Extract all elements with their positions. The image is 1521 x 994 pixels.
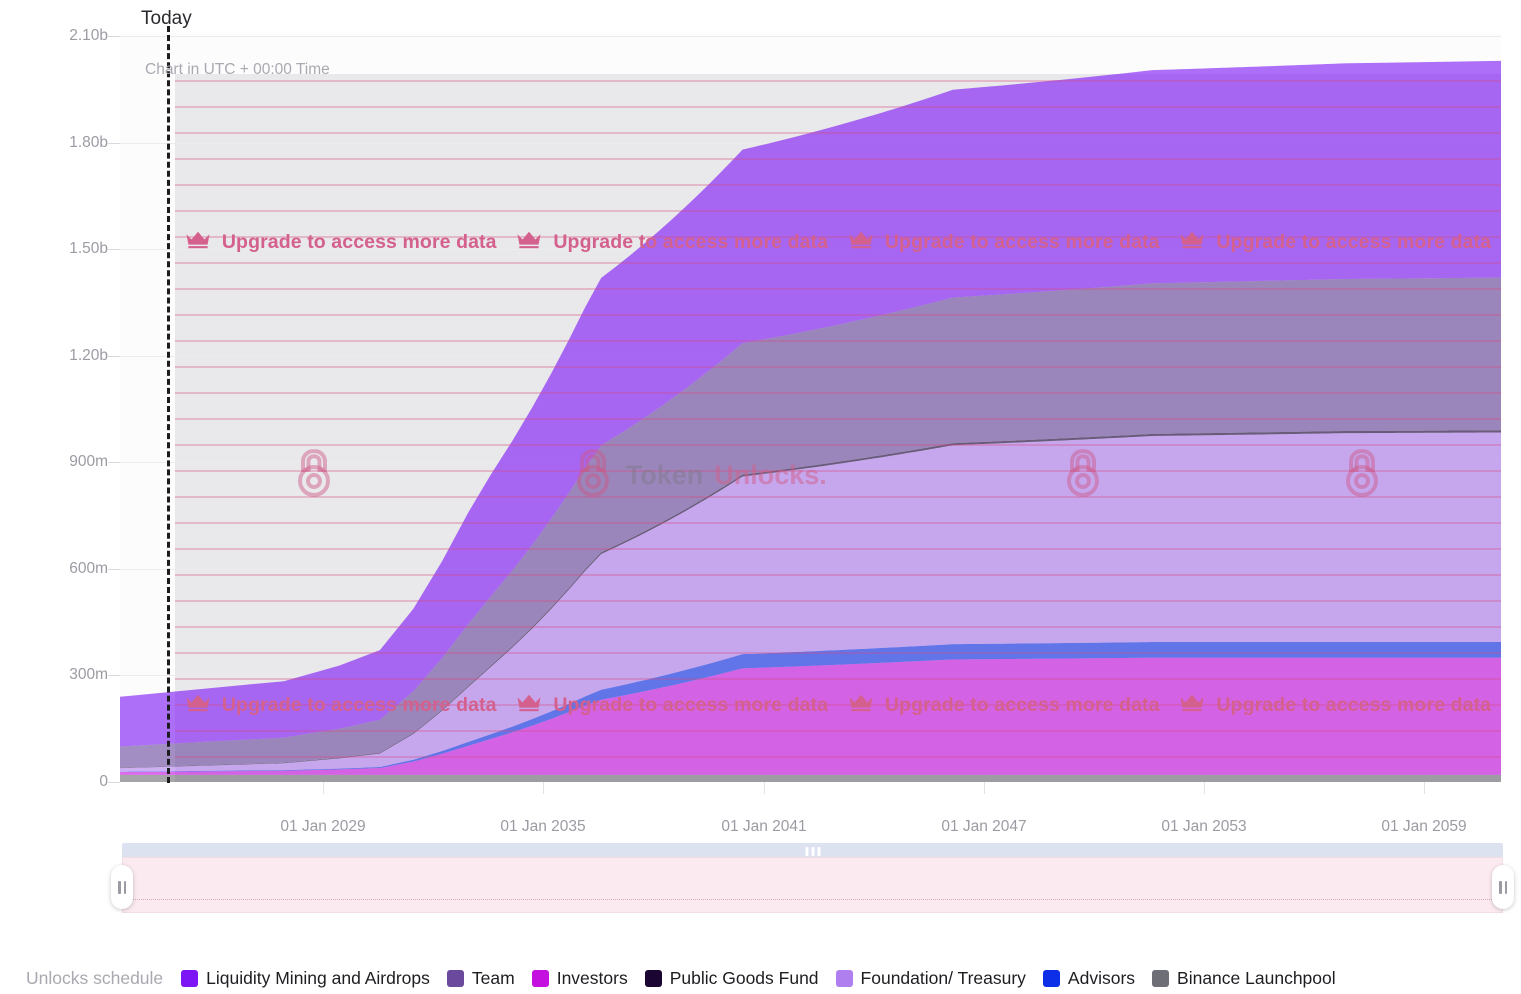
- drag-grip-icon: [805, 847, 820, 856]
- legend-color-swatch: [181, 969, 199, 987]
- y-axis-tick-label: 300m: [69, 666, 108, 684]
- stacked-area-series: [120, 60, 1501, 782]
- y-axis-tick: [108, 249, 120, 251]
- legend-item-label: Public Goods Fund: [669, 967, 819, 988]
- y-axis-tick: [108, 568, 120, 570]
- x-axis-tick: [1424, 782, 1425, 794]
- legend-item[interactable]: Foundation/ Treasury: [835, 967, 1026, 989]
- chart-area: 0 300m 600m 900m 1.20b 1.50b 1.80b 2.10b Upgrad…: [0, 0, 1521, 835]
- y-axis-tick: [108, 462, 120, 464]
- range-end-handle[interactable]: [1492, 865, 1514, 909]
- y-axis-tick: [108, 142, 120, 144]
- x-axis-tick: [984, 782, 985, 794]
- x-axis-tick-label: 01 Jan 2041: [721, 818, 807, 835]
- legend-color-swatch: [1042, 969, 1060, 987]
- range-slider[interactable]: [111, 843, 1514, 913]
- x-axis-tick-label: 01 Jan 2047: [941, 818, 1027, 835]
- y-axis-tick-label: 1.50b: [69, 240, 108, 258]
- legend-item-label: Binance Launchpool: [1177, 967, 1336, 988]
- legend-color-swatch: [835, 969, 853, 987]
- x-axis-tick-label: 01 Jan 2053: [1161, 818, 1247, 835]
- x-axis-tick-label: 01 Jan 2035: [500, 818, 586, 835]
- legend-item-label: Team: [471, 967, 515, 988]
- legend-item[interactable]: Investors: [531, 967, 628, 989]
- legend-item-label: Advisors: [1067, 967, 1136, 988]
- today-marker-line: [167, 26, 170, 783]
- plot-region[interactable]: Upgrade to access more data Upgrade to a…: [120, 33, 1501, 782]
- range-slider-midline: [123, 899, 1502, 901]
- y-axis-tick-label: 2.10b: [69, 27, 108, 44]
- utc-timezone-note: Chart in UTC + 00:00 Time: [145, 61, 330, 78]
- today-marker-label: Today: [141, 8, 192, 29]
- y-axis-tick-label: 600m: [69, 559, 108, 577]
- y-axis-tick: [108, 355, 120, 357]
- legend-item[interactable]: Team: [446, 967, 515, 989]
- x-axis-tick: [764, 782, 765, 794]
- legend-item-label: Investors: [556, 967, 628, 988]
- range-slider-track[interactable]: [122, 857, 1503, 913]
- legend-item[interactable]: Advisors: [1042, 967, 1136, 989]
- legend-item-label: Foundation/ Treasury: [860, 967, 1026, 988]
- legend-item[interactable]: Liquidity Mining and Airdrops: [181, 968, 430, 989]
- x-axis-tick: [543, 782, 544, 794]
- range-start-handle[interactable]: [111, 865, 133, 909]
- y-axis-tick: [108, 36, 120, 37]
- y-axis-tick: [108, 782, 120, 783]
- y-axis-tick-label: 1.80b: [69, 133, 108, 151]
- legend-item[interactable]: Binance Launchpool: [1152, 968, 1336, 989]
- legend-title: Unlocks schedule: [26, 967, 164, 988]
- y-axis-tick: [108, 675, 120, 677]
- legend-item[interactable]: Public Goods Fund: [644, 967, 819, 989]
- x-axis-tick-label: 01 Jan 2029: [280, 818, 366, 835]
- area-series-binance-launchpool: [120, 774, 1501, 782]
- y-axis-tick-label: 900m: [69, 453, 108, 471]
- x-axis-tick: [323, 782, 324, 794]
- y-axis-tick-label: 0: [99, 773, 108, 790]
- x-axis-tick-label: 01 Jan 2059: [1381, 818, 1467, 835]
- legend-color-swatch: [446, 969, 464, 987]
- y-axis-tick-label: 1.20b: [69, 346, 108, 364]
- legend-color-swatch: [1152, 969, 1170, 987]
- legend-item-label: Liquidity Mining and Airdrops: [206, 967, 430, 988]
- x-axis-tick: [1204, 782, 1205, 794]
- legend: Unlocks schedule Liquidity Mining and Ai…: [0, 962, 1521, 994]
- range-slider-drag-bar[interactable]: [122, 843, 1503, 857]
- legend-color-swatch: [644, 969, 662, 987]
- token-unlocks-chart-page: 0 300m 600m 900m 1.20b 1.50b 1.80b 2.10b Upgrad…: [0, 0, 1521, 994]
- legend-color-swatch: [531, 969, 549, 987]
